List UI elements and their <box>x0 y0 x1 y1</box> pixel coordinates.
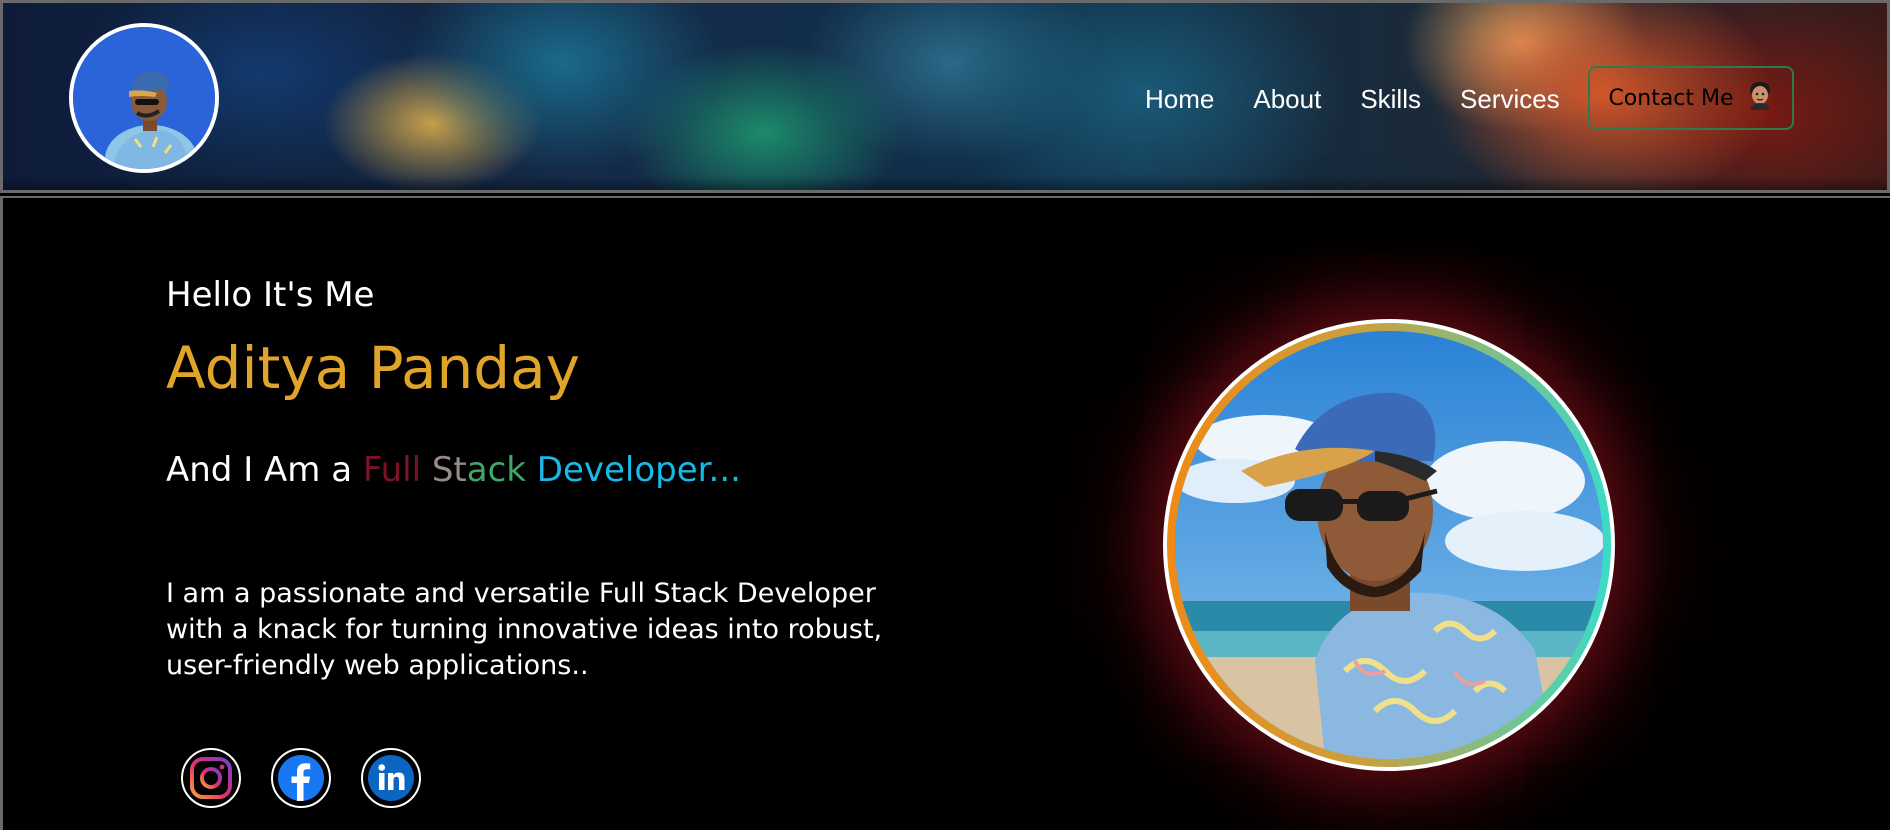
linkedin-icon <box>368 755 414 801</box>
hero-photo-frame <box>1163 319 1615 771</box>
facebook-link[interactable] <box>271 748 331 808</box>
contact-me-label: Contact Me <box>1608 85 1734 111</box>
avatar-photo-illustration <box>73 27 215 169</box>
person-emoji-icon <box>1746 80 1774 116</box>
role-prefix: And I Am a <box>166 450 353 490</box>
instagram-link[interactable] <box>181 748 241 808</box>
header-avatar[interactable] <box>69 23 219 173</box>
hero-role: And I Am a Full Stack Developer... <box>166 450 741 490</box>
role-word-full: Full <box>362 450 422 490</box>
instagram-icon <box>190 757 232 799</box>
hero-name: Aditya Panday <box>166 334 580 402</box>
portrait-illustration <box>1175 331 1603 759</box>
site-header: Home About Skills Services Contact Me <box>0 0 1890 193</box>
hero-section: Hello It's Me Aditya Panday And I Am a F… <box>0 196 1890 830</box>
hero-description: I am a passionate and versatile Full Sta… <box>166 578 883 681</box>
contact-me-button[interactable]: Contact Me <box>1588 66 1794 130</box>
hero-photo <box>1175 331 1603 759</box>
role-word-developer: Developer... <box>536 450 741 490</box>
nav-link-home[interactable]: Home <box>1145 81 1214 117</box>
social-links <box>181 748 421 808</box>
nav-link-skills[interactable]: Skills <box>1360 81 1421 117</box>
role-word-stack: Stack <box>431 450 526 490</box>
nav-link-about[interactable]: About <box>1253 81 1321 117</box>
nav-link-services[interactable]: Services <box>1460 81 1560 117</box>
main-nav: Home About Skills Services <box>1145 81 1599 117</box>
hero-greeting: Hello It's Me <box>166 275 375 315</box>
facebook-icon <box>278 755 324 801</box>
linkedin-link[interactable] <box>361 748 421 808</box>
